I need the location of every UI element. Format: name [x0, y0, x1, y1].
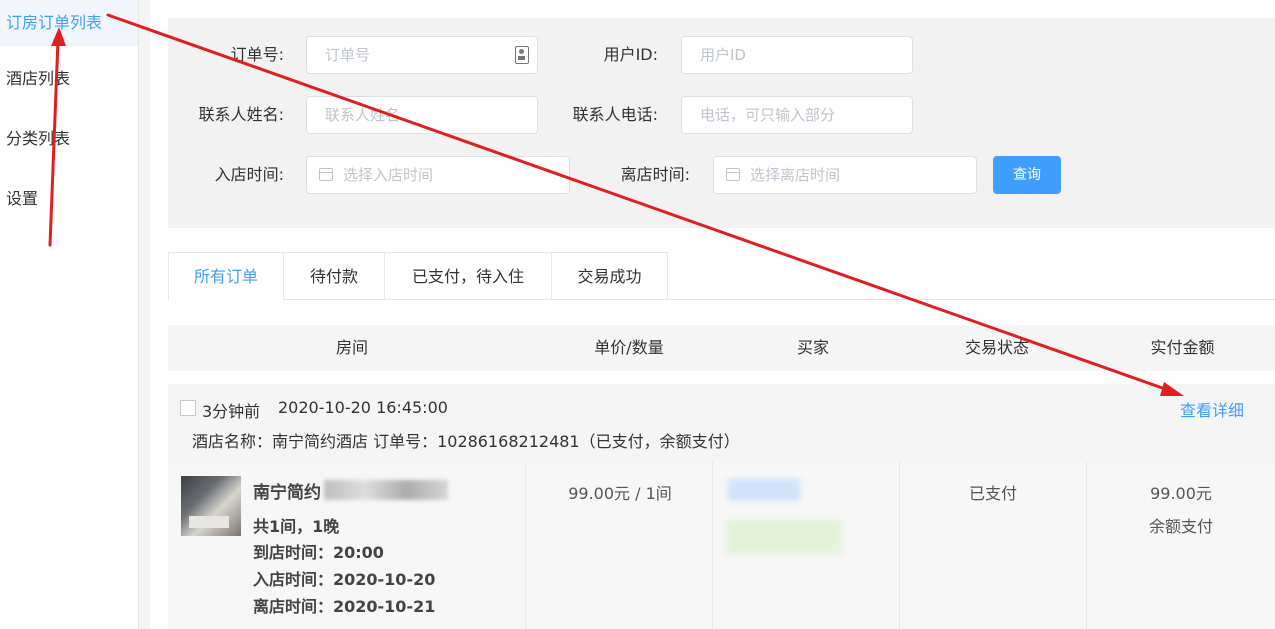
tab-paid-awaiting-checkin[interactable]: 已支付，待入住: [385, 252, 552, 300]
checkin-placeholder: 选择入店时间: [343, 166, 434, 184]
sidebar-item-hotels[interactable]: 酒店列表: [0, 56, 138, 102]
table-header: 房间 单价/数量 买家 交易状态 实付金额: [168, 325, 1275, 371]
column-header-price-qty: 单价/数量: [594, 338, 664, 357]
calendar-icon: [726, 168, 740, 181]
order-no-input[interactable]: 订单号: [306, 36, 538, 74]
layout-divider: [139, 0, 150, 629]
column-header-status: 交易状态: [964, 338, 1029, 357]
order-no-label: 订单号:: [230, 45, 284, 64]
redacted-room-name: [324, 480, 448, 500]
redacted-buyer-name: [728, 479, 800, 501]
query-button[interactable]: 查询: [993, 156, 1061, 194]
user-id-label: 用户ID:: [603, 45, 658, 64]
checkin-date-input[interactable]: 选择入店时间: [306, 156, 570, 194]
paid-amount: 99.00元: [1150, 484, 1212, 503]
contact-name-input[interactable]: 联系人姓名: [306, 96, 538, 134]
room-count: 共1间，1晚: [253, 517, 340, 536]
trade-status: 已支付: [968, 484, 1017, 503]
sidebar-item-categories[interactable]: 分类列表: [0, 116, 138, 162]
sidebar-item-hotel-orders[interactable]: 订房订单列表: [0, 0, 138, 46]
calendar-icon: [319, 168, 333, 181]
column-header-room: 房间: [335, 338, 368, 357]
payment-method: 余额支付: [1148, 517, 1213, 536]
sidebar: 订房订单列表 酒店列表 分类列表 设置: [0, 0, 139, 629]
id-card-icon[interactable]: [515, 46, 529, 64]
order-select-checkbox[interactable]: [180, 400, 196, 416]
tab-completed[interactable]: 交易成功: [552, 252, 668, 300]
sidebar-item-settings[interactable]: 设置: [0, 176, 138, 222]
arrive-time: 到店时间：20:00: [253, 543, 384, 562]
tab-pending-payment[interactable]: 待付款: [284, 252, 385, 300]
price-quantity: 99.00元 / 1间: [568, 484, 672, 503]
checkout-placeholder: 选择离店时间: [750, 166, 841, 184]
order-no-placeholder: 订单号: [325, 46, 371, 64]
room-title: 南宁简约: [253, 483, 321, 503]
column-header-buyer: 买家: [796, 338, 829, 357]
room-thumbnail: [181, 476, 241, 536]
contact-phone-input[interactable]: 电话，可只输入部分: [681, 96, 913, 134]
order-datetime: 2020-10-20 16:45:00: [278, 398, 448, 417]
checkin-time: 入店时间：2020-10-20: [253, 570, 436, 589]
tabs-baseline: [668, 299, 1275, 300]
column-header-amount: 实付金额: [1150, 338, 1215, 357]
contact-name-label: 联系人姓名:: [198, 105, 284, 124]
checkout-label: 离店时间:: [620, 165, 690, 184]
checkin-label: 入店时间:: [214, 165, 284, 184]
checkout-date-input[interactable]: 选择离店时间: [713, 156, 977, 194]
order-info: 酒店名称：南宁简约酒店 订单号：10286168212481（已支付，余额支付）: [192, 432, 740, 451]
tab-all-orders[interactable]: 所有订单: [168, 252, 284, 300]
contact-phone-label: 联系人电话:: [572, 105, 658, 124]
order-time-ago: 3分钟前: [202, 402, 261, 421]
checkout-time: 离店时间：2020-10-21: [253, 597, 436, 616]
view-details-link[interactable]: 查看详细: [1180, 397, 1244, 421]
user-id-input[interactable]: 用户ID: [681, 36, 913, 74]
redacted-buyer-phone: [726, 520, 842, 554]
